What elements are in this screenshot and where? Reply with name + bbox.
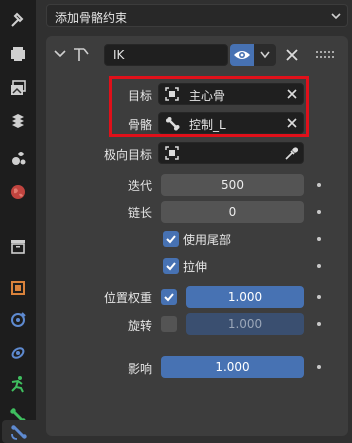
stretch-label: 拉伸: [183, 260, 208, 274]
bone-constraints-panel: 添加骨骼约束 IK 目标 主心骨 骨骼 控制_L 极向目标 迭代 500 链长 …: [36, 0, 352, 443]
position-weight-label: 位置权重: [103, 291, 152, 305]
constraint-name-value: IK: [113, 48, 125, 62]
add-bone-constraint-label: 添加骨骼约束: [55, 11, 128, 25]
stretch-checkbox[interactable]: [163, 258, 179, 274]
bone-constraint-icon[interactable]: [2, 420, 36, 443]
view-layer-icon[interactable]: [4, 108, 32, 136]
position-weight-checkbox[interactable]: [161, 289, 177, 305]
particles-icon[interactable]: [4, 338, 32, 366]
influence-field[interactable]: 1.000: [161, 356, 304, 378]
chain-length-label: 链长: [127, 206, 152, 220]
collapse-chevron-icon[interactable]: [54, 49, 66, 59]
scene-icon[interactable]: [4, 144, 32, 172]
tool-icon[interactable]: [4, 6, 32, 34]
eyedropper-icon[interactable]: [284, 146, 298, 161]
check-icon: [166, 235, 176, 244]
position-weight-field[interactable]: 1.000: [186, 286, 304, 308]
delete-constraint-icon[interactable]: [286, 49, 298, 61]
output-icon[interactable]: [4, 74, 32, 102]
iterations-label: 迭代: [127, 179, 152, 193]
check-icon: [166, 262, 176, 271]
animate-property-dot[interactable]: [317, 365, 321, 369]
add-bone-constraint-dropdown[interactable]: 添加骨骼约束: [46, 4, 348, 27]
object-target-icon: [165, 146, 179, 160]
iterations-field[interactable]: 500: [161, 174, 304, 196]
animate-property-dot[interactable]: [317, 264, 321, 268]
drag-handle-icon[interactable]: [316, 51, 334, 59]
render-icon[interactable]: [4, 40, 32, 68]
highlight-box: [109, 76, 309, 137]
properties-tab-bar: [0, 0, 36, 443]
pole-target-label: 极向目标: [103, 148, 152, 162]
influence-label: 影响: [127, 362, 152, 376]
animate-property-dot[interactable]: [317, 183, 321, 187]
use-tail-label: 使用尾部: [183, 233, 232, 247]
object-icon[interactable]: [4, 274, 32, 302]
physics-icon[interactable]: [4, 370, 32, 398]
animate-property-dot[interactable]: [317, 237, 321, 241]
eye-icon: [234, 51, 250, 59]
constraint-options-dropdown[interactable]: [254, 44, 276, 66]
ik-constraint-icon: [74, 48, 89, 61]
animate-property-dot[interactable]: [317, 295, 321, 299]
chevron-down-icon: [331, 13, 341, 20]
chain-length-field[interactable]: 0: [161, 201, 304, 223]
constraint-name-field[interactable]: IK: [104, 44, 228, 66]
modifiers-icon[interactable]: [4, 306, 32, 334]
rotation-label: 旋转: [127, 319, 152, 333]
rotation-checkbox[interactable]: [161, 316, 177, 332]
collection-icon[interactable]: [4, 232, 32, 260]
animate-property-dot[interactable]: [317, 322, 321, 326]
animate-property-dot[interactable]: [317, 210, 321, 214]
pole-target-field[interactable]: [158, 142, 304, 164]
ik-constraint-panel: IK 目标 主心骨 骨骼 控制_L 极向目标 迭代 500 链长 0 使用尾部 …: [46, 36, 348, 436]
visibility-toggle[interactable]: [230, 44, 254, 66]
rotation-weight-field[interactable]: 1.000: [186, 313, 304, 335]
use-tail-checkbox[interactable]: [163, 231, 179, 247]
chevron-down-icon: [260, 51, 270, 59]
check-icon: [164, 293, 174, 302]
world-icon[interactable]: [4, 178, 32, 206]
